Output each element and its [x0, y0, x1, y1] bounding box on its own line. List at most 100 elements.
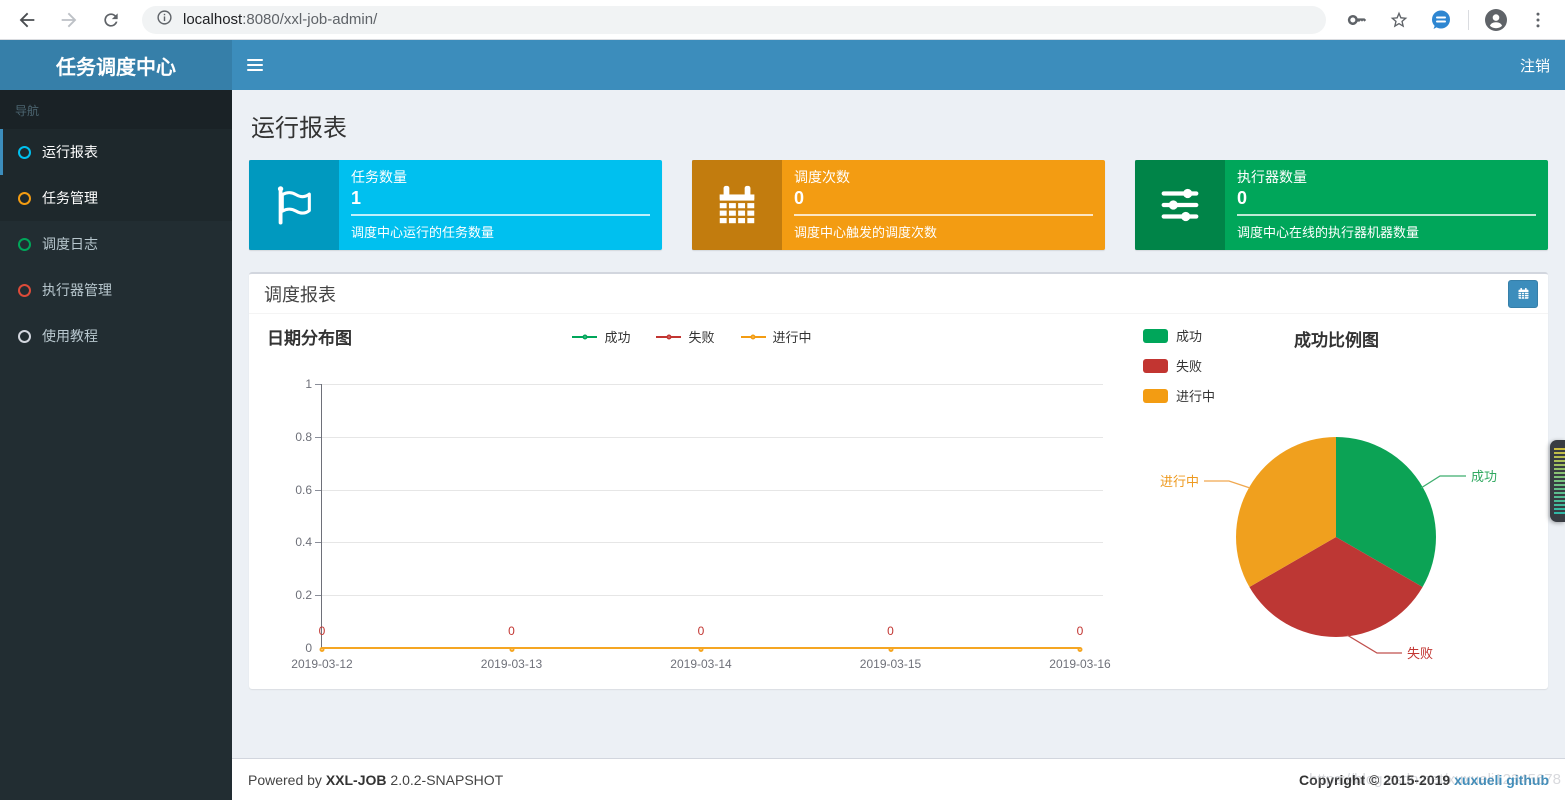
stat-card-executor-count: 执行器数量 0 调度中心在线的执行器机器数量 [1135, 160, 1548, 250]
legend-item-running[interactable]: 进行中 [740, 327, 812, 346]
x-tick-label: 2019-03-16 [1049, 657, 1111, 671]
back-icon[interactable] [10, 3, 44, 37]
url-host: localhost [183, 11, 243, 28]
xxl-job-admin-app: 任务调度中心 注销 导航 运行报表 任务管理 调度日志 执行器管理 使用教程 运… [0, 40, 1565, 800]
gridline [315, 489, 1103, 491]
extension-icon[interactable] [1424, 3, 1458, 37]
sidebar-item-label: 使用教程 [42, 328, 98, 344]
data-point[interactable] [509, 647, 514, 652]
app-logo[interactable]: 任务调度中心 [0, 40, 232, 90]
profile-icon[interactable] [1479, 3, 1513, 37]
line-chart-legend: 成功 失败 进行中 [259, 327, 1125, 346]
circle-icon [18, 145, 31, 159]
stat-divider [794, 214, 1093, 216]
x-tick-label: 2019-03-15 [859, 657, 922, 671]
sidebar-item-run-report[interactable]: 运行报表 [0, 129, 232, 175]
calendar-icon [692, 160, 782, 250]
y-tick-label: 0 [305, 641, 312, 655]
success-ratio-chart: 成功比例图 成功 失败 进行中 成功 失败 进行中 [1125, 314, 1548, 689]
sidebar: 导航 运行报表 任务管理 调度日志 执行器管理 使用教程 [0, 90, 232, 800]
github-link[interactable]: github [1506, 772, 1549, 788]
stat-label: 调度次数 [794, 169, 850, 185]
y-tick-label: 0.8 [295, 429, 312, 444]
stat-description: 调度中心触发的调度次数 [794, 225, 938, 240]
date-range-button[interactable] [1508, 279, 1538, 308]
x-tick-label: 2019-03-13 [480, 657, 543, 671]
sidebar-item-job-manage[interactable]: 任务管理 [0, 175, 232, 221]
swatch-icon [1143, 328, 1168, 343]
refresh-icon[interactable] [94, 3, 128, 37]
page-info-icon[interactable] [156, 9, 173, 31]
toolbar-divider [1468, 9, 1469, 30]
stat-label: 任务数量 [351, 169, 407, 185]
sidebar-header: 导航 [0, 90, 232, 129]
stat-divider [351, 214, 650, 216]
brand-name: XXL-JOB [325, 771, 387, 788]
point-value-label: 0 [508, 624, 515, 638]
point-value-label: 0 [697, 624, 705, 638]
legend-item-running[interactable]: 进行中 [1143, 386, 1215, 405]
url-path: :8080/xxl-job-admin/ [242, 11, 378, 28]
sidebar-item-tutorial[interactable]: 使用教程 [0, 313, 232, 359]
equalizer-stripes-icon [1554, 448, 1565, 514]
forward-icon[interactable] [52, 3, 86, 37]
browser-toolbar: localhost:8080/xxl-job-admin/ [0, 0, 1565, 40]
panel-title: 调度报表 [264, 284, 336, 305]
flag-icon [249, 160, 339, 250]
legend-label: 失败 [688, 330, 715, 345]
pie-label-running: 进行中 [1160, 474, 1199, 489]
date-distribution-chart: 日期分布图 成功 失败 进行中 1 0.8 0.6 0.4 0.2 0 0 0 … [259, 314, 1125, 689]
main-content: 运行报表 任务数量 1 调度中心运行的任务数量 调度次数 0 调度中心触发的调度… [232, 90, 1565, 689]
legend-item-fail[interactable]: 失败 [656, 327, 715, 346]
url-bar[interactable]: localhost:8080/xxl-job-admin/ [142, 5, 1326, 34]
stat-value: 0 [794, 188, 805, 208]
data-point[interactable] [319, 647, 325, 652]
line-chart-plot: 1 0.8 0.6 0.4 0.2 0 0 0 0 0 0 2019-03-12… [291, 377, 1110, 671]
legend-label: 成功 [604, 330, 631, 345]
stat-value: 1 [351, 188, 362, 208]
powered-prefix: Powered by [248, 771, 322, 788]
dispatch-report-panel: 调度报表 日期分布图 成功 失败 进行中 1 0.8 0.6 0.4 0.2 0… [249, 272, 1548, 689]
author-link[interactable]: xuxueli [1454, 772, 1502, 788]
powered-by: Powered by XXL-JOB 2.0.2-SNAPSHOT [248, 772, 503, 788]
stat-value: 0 [1237, 188, 1248, 208]
gridline [315, 384, 1103, 385]
sidebar-item-label: 调度日志 [42, 236, 98, 252]
sliders-icon [1135, 160, 1225, 250]
stat-description: 调度中心运行的任务数量 [351, 225, 495, 240]
bookmark-star-icon[interactable] [1382, 3, 1416, 37]
data-point[interactable] [698, 647, 704, 652]
legend-item-fail[interactable]: 失败 [1143, 356, 1215, 375]
legend-item-success[interactable]: 成功 [1143, 326, 1215, 345]
password-key-icon[interactable] [1340, 3, 1374, 37]
screenshot-extension-widget[interactable] [1550, 440, 1565, 522]
copyright: Copyright © 2015-2019 xuxueli github [1299, 772, 1549, 788]
point-value-label: 0 [887, 624, 894, 638]
data-point[interactable] [888, 647, 893, 652]
sidebar-item-executor-manage[interactable]: 执行器管理 [0, 267, 232, 313]
y-tick-label: 1 [305, 377, 312, 391]
swatch-icon [1143, 358, 1168, 373]
legend-item-success[interactable]: 成功 [572, 327, 630, 346]
x-tick-label: 2019-03-14 [670, 657, 732, 671]
pie-graphic: 成功 失败 进行中 [1160, 437, 1497, 661]
logout-button[interactable]: 注销 [1505, 40, 1565, 90]
sidebar-toggle-icon[interactable] [232, 40, 278, 90]
stat-label: 执行器数量 [1237, 169, 1307, 185]
circle-icon [18, 329, 31, 343]
panel-header: 调度报表 [249, 274, 1548, 314]
url-text[interactable]: localhost:8080/xxl-job-admin/ [183, 11, 377, 28]
version: 2.0.2-SNAPSHOT [390, 771, 504, 788]
line-marker-icon [740, 334, 766, 339]
stat-card-content: 调度次数 0 调度中心触发的调度次数 [782, 160, 1105, 250]
y-tick-label: 0.2 [295, 588, 312, 603]
sidebar-item-label: 执行器管理 [42, 282, 112, 298]
footer: Powered by XXL-JOB 2.0.2-SNAPSHOT Copyri… [232, 758, 1565, 800]
panel-body: 日期分布图 成功 失败 进行中 1 0.8 0.6 0.4 0.2 0 0 0 … [249, 314, 1548, 689]
stat-card-content: 执行器数量 0 调度中心在线的执行器机器数量 [1225, 160, 1548, 250]
sidebar-item-dispatch-log[interactable]: 调度日志 [0, 221, 232, 267]
browser-menu-icon[interactable] [1521, 3, 1555, 37]
data-point[interactable] [1077, 647, 1083, 652]
pie-label-fail: 失败 [1407, 646, 1433, 661]
stat-card-trigger-count: 调度次数 0 调度中心触发的调度次数 [692, 160, 1105, 250]
